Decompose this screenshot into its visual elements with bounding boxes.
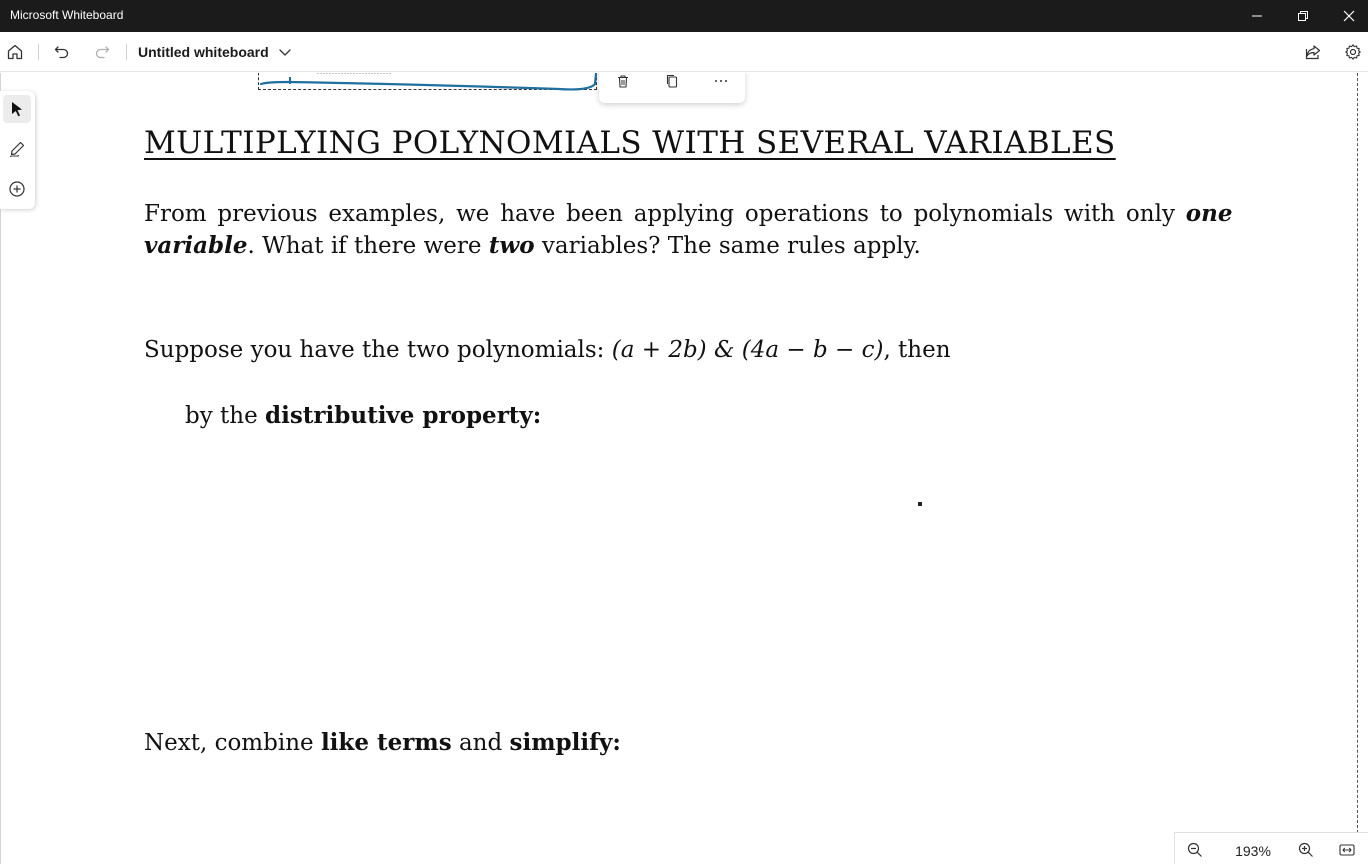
text-run: . What if there were	[247, 233, 489, 259]
math-expression: (a + 2b) & (4a − b − c)	[611, 337, 884, 363]
app-toolbar: Untitled whiteboard	[0, 32, 1368, 72]
settings-button[interactable]	[1341, 40, 1365, 64]
share-button[interactable]	[1301, 40, 1325, 64]
restore-icon	[1298, 11, 1308, 21]
pen-icon	[9, 141, 25, 157]
redo-button[interactable]	[90, 40, 114, 64]
ink-dot	[918, 502, 922, 506]
emphasis-variable: variable	[144, 232, 248, 259]
emphasis-simplify: simplify:	[509, 729, 621, 756]
ink-stroke	[259, 73, 598, 91]
more-options-button[interactable]	[709, 73, 733, 91]
whiteboard-canvas[interactable]: MULTIPLYING POLYNOMIALS WITH SEVERAL VAR…	[0, 73, 1368, 864]
copy-icon	[666, 74, 678, 88]
emphasis-one: one	[1185, 200, 1233, 227]
text-run: Suppose you have the two polynomials:	[144, 337, 612, 363]
tool-rail	[0, 91, 35, 209]
zoom-in-button[interactable]	[1296, 841, 1316, 859]
chevron-down-icon[interactable]	[277, 44, 293, 60]
pointer-icon	[12, 102, 22, 117]
text-run: variables? The same rules apply.	[534, 233, 921, 259]
toolbar-divider	[38, 44, 39, 60]
share-icon	[1305, 45, 1321, 60]
add-tool[interactable]	[3, 175, 31, 203]
text-run: From previous examples, we have been app…	[144, 201, 1186, 227]
zoom-out-icon	[1187, 842, 1202, 857]
paragraph-intro-line2: variable. What if there were two variabl…	[144, 232, 921, 259]
select-tool[interactable]	[3, 95, 31, 123]
home-button[interactable]	[3, 40, 27, 64]
page-boundary	[1357, 73, 1358, 833]
zoom-controls: 193%	[1174, 832, 1368, 864]
app-title: Microsoft Whiteboard	[10, 8, 124, 22]
zoom-out-button[interactable]	[1185, 841, 1205, 859]
paragraph-distributive: by the distributive property:	[185, 402, 541, 429]
paragraph-polynomials: Suppose you have the two polynomials: (a…	[144, 337, 951, 363]
minimize-button[interactable]	[1234, 0, 1280, 32]
text-run: by the	[185, 403, 266, 429]
gear-icon	[1345, 44, 1361, 60]
selected-ink-object[interactable]	[258, 73, 598, 91]
document-heading: MULTIPLYING POLYNOMIALS WITH SEVERAL VAR…	[144, 125, 1116, 161]
more-icon	[715, 80, 727, 82]
close-window-button[interactable]	[1326, 0, 1368, 32]
undo-icon	[54, 46, 69, 59]
emphasis-distributive: distributive property:	[265, 402, 542, 429]
paragraph-combine: Next, combine like terms and simplify:	[144, 729, 621, 756]
fit-width-icon	[1339, 844, 1355, 856]
toolbar-divider	[126, 44, 127, 60]
title-bar: Microsoft Whiteboard	[0, 0, 1368, 32]
delete-button[interactable]	[611, 73, 635, 91]
text-run: , then	[883, 337, 951, 363]
paragraph-intro-line1: From previous examples, we have been app…	[144, 200, 1232, 227]
fit-to-screen-button[interactable]	[1337, 841, 1357, 859]
board-title[interactable]: Untitled whiteboard	[138, 44, 269, 60]
restore-button[interactable]	[1280, 0, 1326, 32]
selection-context-menu	[599, 73, 745, 103]
zoom-in-icon	[1298, 842, 1313, 857]
home-icon	[7, 44, 23, 60]
emphasis-two: two	[488, 232, 535, 259]
emphasis-like-terms: like terms	[320, 729, 452, 756]
close-icon	[1343, 10, 1355, 22]
zoom-level[interactable]: 193%	[1231, 843, 1275, 859]
copy-button[interactable]	[660, 73, 684, 91]
text-run: Next, combine	[144, 730, 321, 756]
text-run: and	[451, 730, 510, 756]
trash-icon	[618, 75, 628, 88]
minimize-icon	[1252, 15, 1262, 17]
redo-icon	[95, 46, 110, 59]
undo-button[interactable]	[50, 40, 74, 64]
plus-circle-icon	[9, 181, 25, 197]
pen-tool[interactable]	[3, 135, 31, 163]
